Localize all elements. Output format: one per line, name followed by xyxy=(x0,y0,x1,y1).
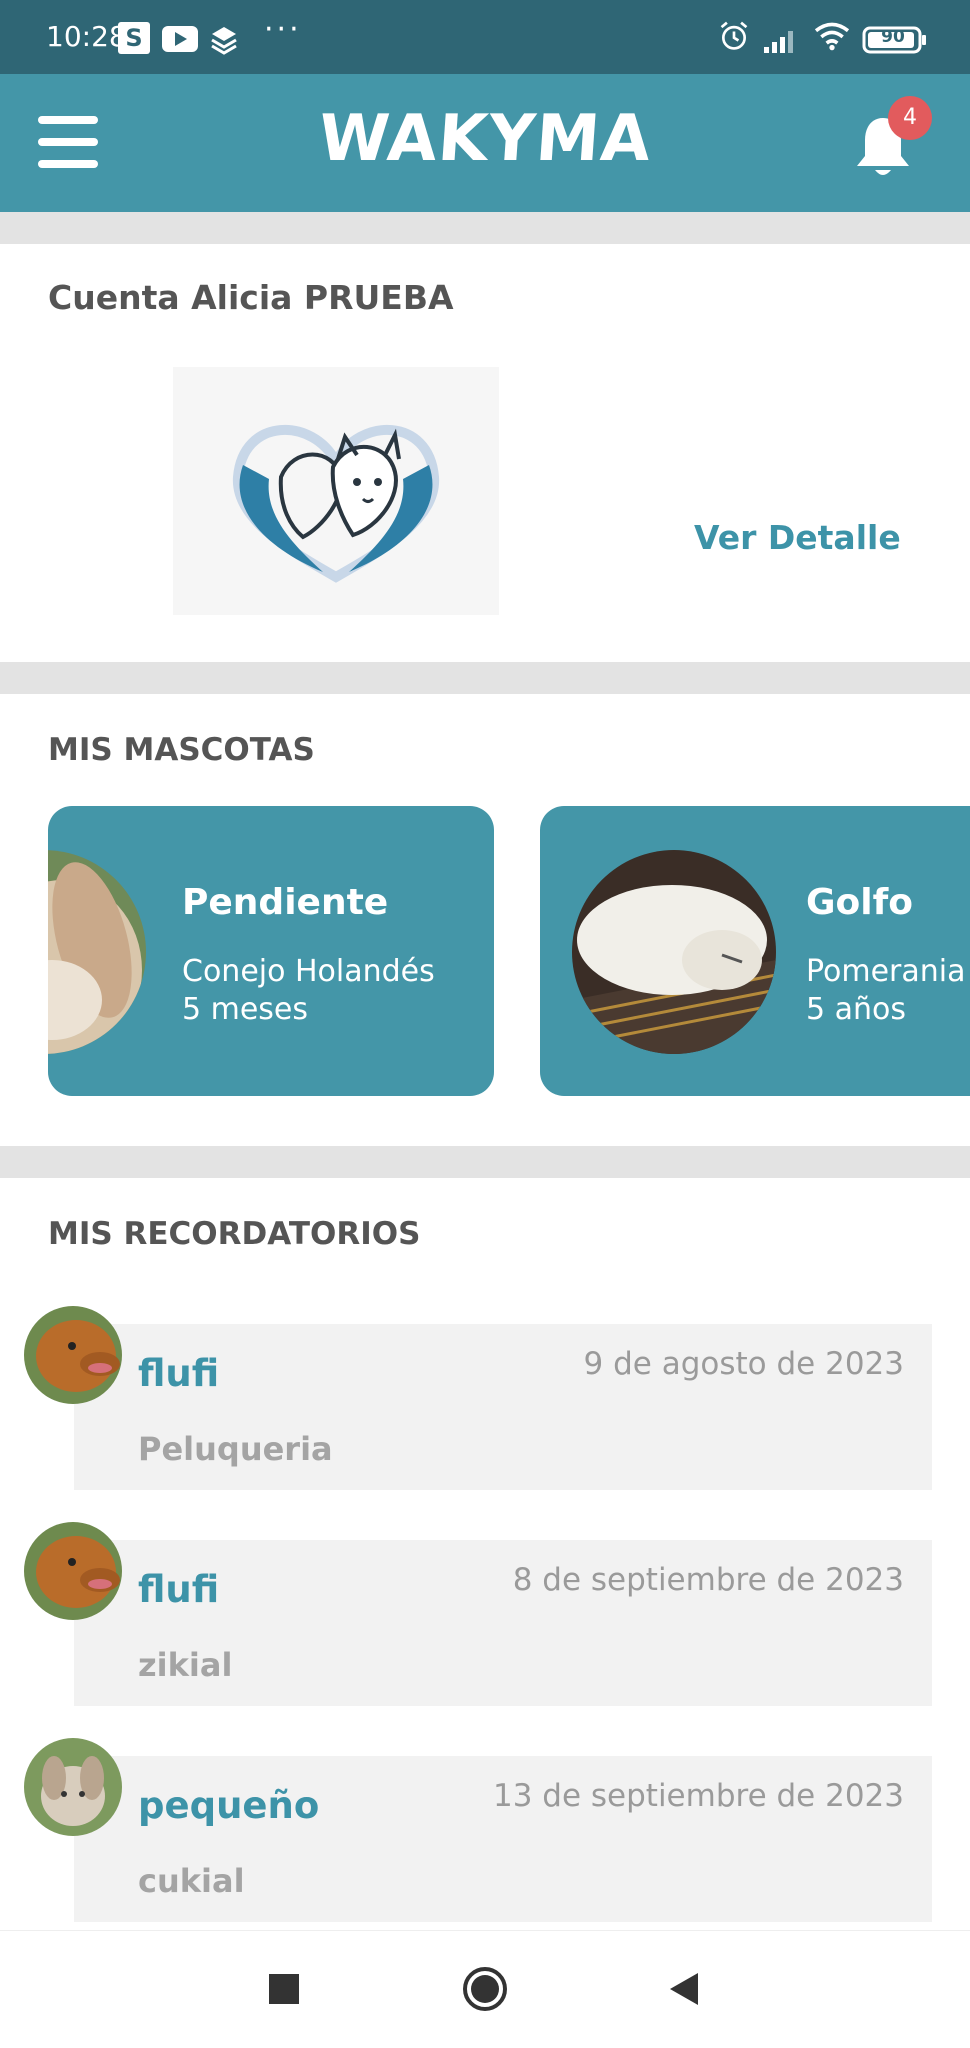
nav-recents-icon[interactable] xyxy=(254,1959,314,2019)
youtube-icon xyxy=(162,26,198,52)
pet-avatar-dog xyxy=(24,1522,122,1620)
reminder-date: 13 de septiembre de 2023 xyxy=(492,1778,904,1814)
nav-home-icon[interactable] xyxy=(455,1959,515,2019)
battery-level: 90 xyxy=(881,27,905,47)
heart-pets-logo-icon xyxy=(232,425,440,583)
pet-breed: Conejo Holandés xyxy=(182,954,435,989)
status-bar: 10:28 S ··· 90 xyxy=(0,0,970,74)
s-app-icon: S xyxy=(118,22,150,54)
section-divider xyxy=(0,662,970,694)
wifi-icon xyxy=(814,22,850,51)
reminder-pet-name: flufi xyxy=(138,1352,220,1395)
reminder-pet-name: pequeño xyxy=(138,1784,320,1827)
account-logo xyxy=(173,367,499,615)
signal-icon xyxy=(764,31,793,53)
pets-section-title: MIS MASCOTAS xyxy=(48,732,315,768)
pet-age: 5 años xyxy=(806,992,907,1027)
more-notifications-icon: ··· xyxy=(264,12,302,47)
reminder-date: 8 de septiembre de 2023 xyxy=(512,1562,904,1598)
reminder-date: 9 de agosto de 2023 xyxy=(583,1346,904,1382)
pet-name: Golfo xyxy=(806,882,914,923)
nav-back-icon[interactable] xyxy=(654,1959,714,2019)
pet-photo-dog xyxy=(572,850,776,1054)
reminder-type: zikial xyxy=(138,1646,233,1684)
reminders-section-title: MIS RECORDATORIOS xyxy=(48,1216,421,1252)
pet-card[interactable]: Golfo Pomerania 5 años xyxy=(540,806,970,1096)
section-divider xyxy=(0,212,970,244)
alarm-icon xyxy=(720,21,748,50)
account-title: Cuenta Alicia PRUEBA xyxy=(48,278,454,317)
pet-photo-rabbit xyxy=(48,850,146,1054)
system-nav-bar xyxy=(0,1930,970,2048)
reminder-item[interactable]: flufi 9 de agosto de 2023 Peluqueria xyxy=(0,1306,970,1490)
pet-card[interactable]: Pendiente Conejo Holandés 5 meses xyxy=(48,806,494,1096)
pet-breed: Pomerania xyxy=(806,954,966,989)
reminder-item[interactable]: pequeño 13 de septiembre de 2023 cukial xyxy=(0,1738,970,1922)
layers-icon xyxy=(211,27,237,55)
reminder-type: Peluqueria xyxy=(138,1430,333,1468)
pets-carousel[interactable]: Pendiente Conejo Holandés 5 meses Golfo … xyxy=(48,806,970,1096)
pet-avatar-rabbit xyxy=(24,1738,122,1836)
reminder-item[interactable]: flufi 8 de septiembre de 2023 zikial xyxy=(0,1522,970,1706)
reminder-type: cukial xyxy=(138,1862,245,1900)
app-header: WAKYMA 4 xyxy=(0,74,970,212)
pet-age: 5 meses xyxy=(182,992,309,1027)
status-time: 10:28 xyxy=(46,20,127,53)
section-divider xyxy=(0,1146,970,1178)
pet-name: Pendiente xyxy=(182,882,389,923)
reminder-pet-name: flufi xyxy=(138,1568,220,1611)
notification-badge: 4 xyxy=(888,96,932,140)
ver-detalle-link[interactable]: Ver Detalle xyxy=(694,518,901,557)
app-logo: WAKYMA xyxy=(316,102,654,176)
pet-avatar-dog xyxy=(24,1306,122,1404)
